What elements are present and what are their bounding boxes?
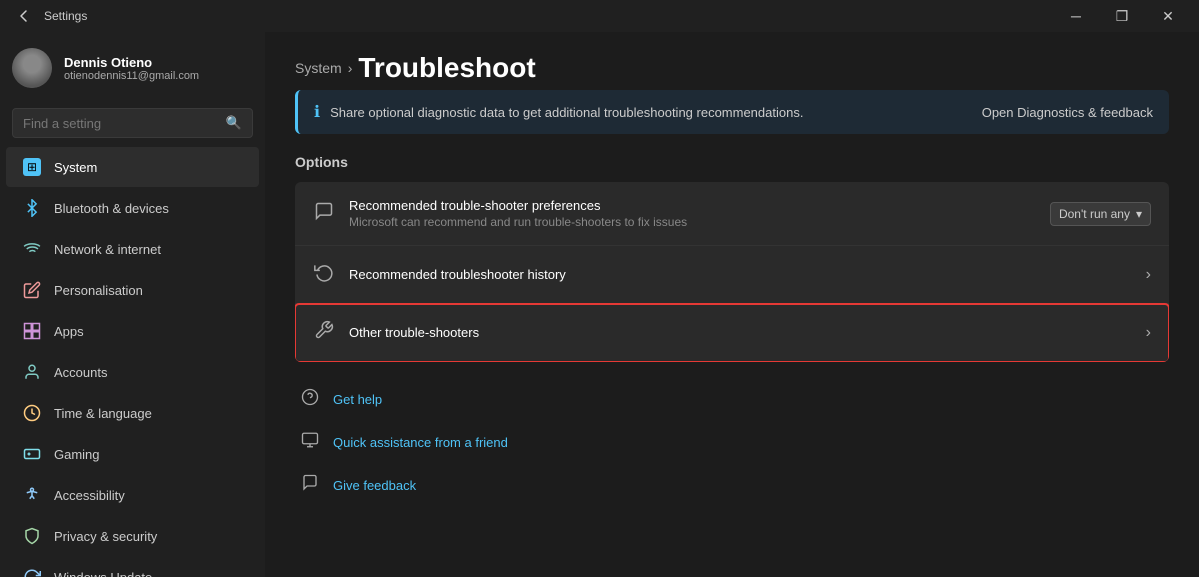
options-list: Recommended trouble-shooter preferences … xyxy=(295,182,1169,362)
give-feedback-link[interactable]: Give feedback xyxy=(295,468,1169,503)
chevron-right-icon: › xyxy=(1146,324,1151,342)
option-text: Recommended trouble-shooter preferences … xyxy=(349,198,687,229)
dropdown-label: Don't run any xyxy=(1059,207,1130,221)
sidebar-item-bluetooth[interactable]: Bluetooth & devices xyxy=(6,188,259,228)
update-icon xyxy=(22,567,42,577)
sidebar: Dennis Otieno otienodennis11@gmail.com 🔍… xyxy=(0,32,265,577)
feedback-icon xyxy=(299,474,321,497)
bluetooth-icon xyxy=(22,198,42,218)
sidebar-item-label: System xyxy=(54,160,97,175)
search-input[interactable] xyxy=(23,116,218,131)
option-title: Other trouble-shooters xyxy=(349,325,479,340)
page-title: Troubleshoot xyxy=(358,52,535,84)
time-icon xyxy=(22,403,42,423)
user-info: Dennis Otieno otienodennis11@gmail.com xyxy=(64,55,199,82)
sidebar-item-label: Privacy & security xyxy=(54,529,157,544)
sidebar-item-system[interactable]: ⊞ System xyxy=(6,147,259,187)
user-email: otienodennis11@gmail.com xyxy=(64,70,199,82)
monitor-icon xyxy=(299,431,321,454)
sidebar-item-update[interactable]: Windows Update xyxy=(6,557,259,577)
chevron-down-icon: ▾ xyxy=(1136,207,1142,221)
sidebar-item-label: Accessibility xyxy=(54,488,125,503)
section-title: Options xyxy=(295,154,1169,170)
option-title: Recommended trouble-shooter preferences xyxy=(349,198,687,213)
gaming-icon xyxy=(22,444,42,464)
help-icon xyxy=(299,388,321,411)
sidebar-item-accounts[interactable]: Accounts xyxy=(6,352,259,392)
sidebar-item-label: Apps xyxy=(54,324,84,339)
sidebar-item-label: Time & language xyxy=(54,406,152,421)
bottom-links: Get help Quick assistance from a friend xyxy=(295,382,1169,503)
option-recommended-history[interactable]: Recommended troubleshooter history › xyxy=(295,246,1169,304)
sidebar-item-network[interactable]: Network & internet xyxy=(6,229,259,269)
apps-icon xyxy=(22,321,42,341)
privacy-icon xyxy=(22,526,42,546)
option-right: › xyxy=(1146,324,1151,342)
option-left: Other trouble-shooters xyxy=(313,320,479,345)
system-icon: ⊞ xyxy=(22,157,42,177)
option-title: Recommended troubleshooter history xyxy=(349,267,566,282)
history-icon xyxy=(313,262,335,287)
close-button[interactable]: ✕ xyxy=(1145,0,1191,32)
give-feedback-label: Give feedback xyxy=(333,478,416,493)
quick-assistance-label: Quick assistance from a friend xyxy=(333,435,508,450)
wrench-icon xyxy=(313,320,335,345)
info-icon: ℹ xyxy=(314,102,320,122)
option-left: Recommended troubleshooter history xyxy=(313,262,566,287)
sidebar-item-gaming[interactable]: Gaming xyxy=(6,434,259,474)
sidebar-item-label: Bluetooth & devices xyxy=(54,201,169,216)
sidebar-item-label: Personalisation xyxy=(54,283,143,298)
sidebar-item-apps[interactable]: Apps xyxy=(6,311,259,351)
window-controls: ─ ❐ ✕ xyxy=(1053,0,1191,32)
info-banner: ℹ Share optional diagnostic data to get … xyxy=(295,90,1169,134)
sidebar-item-label: Gaming xyxy=(54,447,100,462)
option-text: Recommended troubleshooter history xyxy=(349,267,566,282)
option-recommended-prefs[interactable]: Recommended trouble-shooter preferences … xyxy=(295,182,1169,246)
sidebar-item-label: Network & internet xyxy=(54,242,161,257)
accounts-icon xyxy=(22,362,42,382)
option-other-troubleshooters[interactable]: Other trouble-shooters › xyxy=(295,304,1169,362)
breadcrumb-separator: › xyxy=(348,60,353,76)
breadcrumb: System › Troubleshoot xyxy=(295,52,1169,84)
quick-assistance-link[interactable]: Quick assistance from a friend xyxy=(295,425,1169,460)
info-banner-left: ℹ Share optional diagnostic data to get … xyxy=(314,102,803,122)
search-icon: 🔍 xyxy=(226,115,242,131)
chevron-right-icon: › xyxy=(1146,266,1151,284)
sidebar-item-accessibility[interactable]: Accessibility xyxy=(6,475,259,515)
option-text: Other trouble-shooters xyxy=(349,325,479,340)
option-right: Don't run any ▾ xyxy=(1050,202,1151,226)
minimize-button[interactable]: ─ xyxy=(1053,0,1099,32)
wifi-icon xyxy=(22,239,42,259)
pencil-icon xyxy=(22,280,42,300)
sidebar-item-label: Windows Update xyxy=(54,570,152,577)
user-name: Dennis Otieno xyxy=(64,55,199,70)
sidebar-nav: ⊞ System Bluetooth & devices Netw xyxy=(0,146,265,577)
search-box[interactable]: 🔍 xyxy=(12,108,253,138)
get-help-label: Get help xyxy=(333,392,382,407)
breadcrumb-parent[interactable]: System xyxy=(295,60,342,76)
sidebar-item-time[interactable]: Time & language xyxy=(6,393,259,433)
user-section: Dennis Otieno otienodennis11@gmail.com xyxy=(0,32,265,104)
app-title: Settings xyxy=(44,9,87,23)
titlebar-left: Settings xyxy=(12,4,87,28)
get-help-link[interactable]: Get help xyxy=(295,382,1169,417)
app-body: Dennis Otieno otienodennis11@gmail.com 🔍… xyxy=(0,32,1199,577)
main-content: System › Troubleshoot ℹ Share optional d… xyxy=(265,32,1199,577)
option-right: › xyxy=(1146,266,1151,284)
back-button[interactable] xyxy=(12,4,36,28)
accessibility-icon xyxy=(22,485,42,505)
option-desc: Microsoft can recommend and run trouble-… xyxy=(349,215,687,229)
titlebar: Settings ─ ❐ ✕ xyxy=(0,0,1199,32)
option-left: Recommended trouble-shooter preferences … xyxy=(313,198,687,229)
speech-bubble-icon xyxy=(313,201,335,226)
diagnostics-link[interactable]: Open Diagnostics & feedback xyxy=(982,105,1153,120)
avatar xyxy=(12,48,52,88)
sidebar-item-personalisation[interactable]: Personalisation xyxy=(6,270,259,310)
maximize-button[interactable]: ❐ xyxy=(1099,0,1145,32)
info-text: Share optional diagnostic data to get ad… xyxy=(330,105,803,120)
troubleshooter-dropdown[interactable]: Don't run any ▾ xyxy=(1050,202,1151,226)
sidebar-item-privacy[interactable]: Privacy & security xyxy=(6,516,259,556)
sidebar-item-label: Accounts xyxy=(54,365,107,380)
